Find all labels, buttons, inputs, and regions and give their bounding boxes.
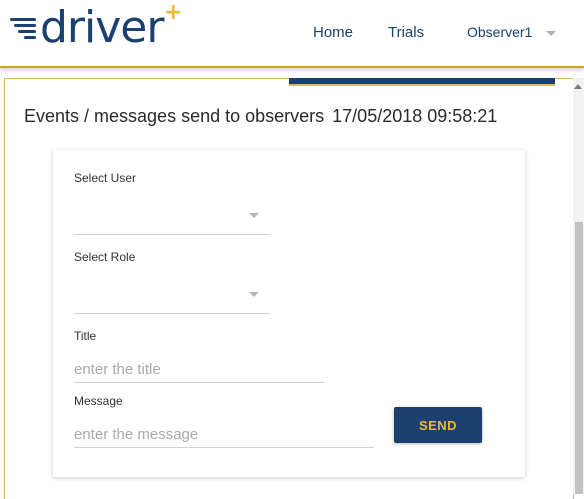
select-user-underline [74, 234, 270, 235]
chevron-down-icon[interactable] [249, 213, 259, 218]
page-timestamp: 17/05/2018 09:58:21 [332, 106, 498, 126]
message-label: Message [74, 394, 123, 408]
scrollbar-thumb[interactable] [575, 222, 583, 494]
chevron-down-icon[interactable] [546, 31, 556, 36]
select-role-dropdown[interactable] [74, 279, 270, 313]
select-role-label: Select Role [74, 250, 136, 264]
logo-plus: + [164, 0, 183, 25]
logo-speed-lines-icon [10, 18, 36, 42]
app-header: driver + Home Trials Observer1 [0, 0, 584, 68]
nav-trials[interactable]: Trials [388, 24, 424, 41]
driver-logo[interactable]: driver + [10, 0, 190, 58]
accent-bar [289, 78, 555, 86]
select-user-label: Select User [74, 171, 137, 185]
nav-home[interactable]: Home [313, 24, 353, 41]
select-role-underline [74, 313, 270, 314]
scroll-up-arrow-icon[interactable] [574, 84, 582, 89]
nav-user-menu[interactable]: Observer1 [467, 24, 532, 40]
chevron-down-icon[interactable] [249, 292, 259, 297]
page-title: Events / messages send to observers 17/05… [24, 106, 497, 127]
select-user-dropdown[interactable] [74, 200, 270, 234]
send-button[interactable]: SEND [394, 407, 482, 443]
title-label: Title [74, 329, 97, 343]
logo-text: driver [40, 2, 164, 53]
message-input[interactable] [74, 421, 374, 448]
title-input[interactable] [74, 356, 324, 383]
page-title-text: Events / messages send to observers [24, 106, 325, 126]
